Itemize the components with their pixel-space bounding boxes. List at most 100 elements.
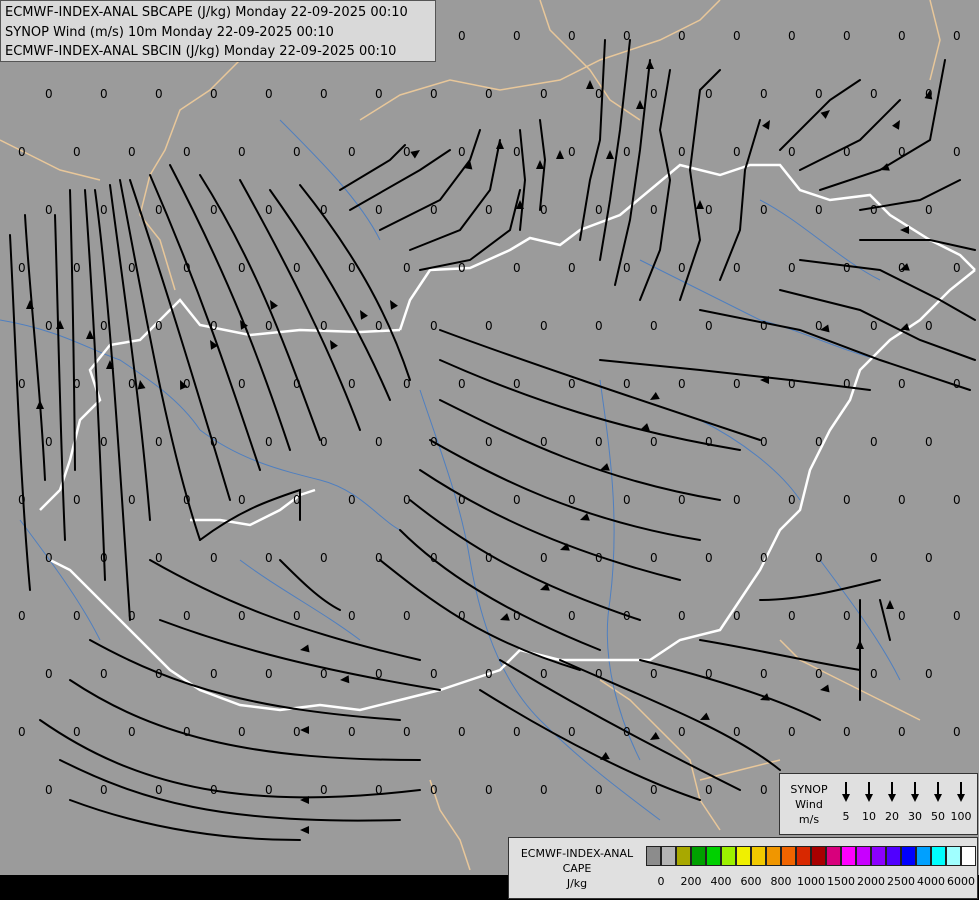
cin-value-label: 0 <box>128 377 136 391</box>
cape-color-swatch <box>661 846 676 866</box>
cin-value-label: 0 <box>788 609 796 623</box>
cin-value-label: 0 <box>568 29 576 43</box>
weather-map[interactable]: 0 0 0 0 0 0 0 0 0 0 0 0 0 0 0 0 0 0 0 0 0 0 0 0 0 0 0 0 0 0 0 0 0 0 0 0 0 0 0 0… <box>0 0 979 900</box>
cin-value-label: 0 <box>568 725 576 739</box>
cin-value-label: 0 <box>898 493 906 507</box>
cape-color-swatch <box>841 846 856 866</box>
cin-value-label: 0 <box>870 551 878 565</box>
cin-value-label: 0 <box>320 783 328 797</box>
cin-value-label: 0 <box>788 145 796 159</box>
cin-value-label: 0 <box>348 261 356 275</box>
cin-value-label: 0 <box>458 609 466 623</box>
cin-value-label: 0 <box>760 435 768 449</box>
cin-value-label: 0 <box>348 145 356 159</box>
cin-value-label: 0 <box>540 87 548 101</box>
cin-value-label: 0 <box>430 435 438 449</box>
cin-value-label: 0 <box>375 435 383 449</box>
wind-arrow-head <box>865 794 873 802</box>
cin-value-label: 0 <box>843 261 851 275</box>
cape-color-swatch <box>871 846 886 866</box>
cin-value-label: 0 <box>568 493 576 507</box>
cin-value-label: 0 <box>265 87 273 101</box>
cin-value-label: 0 <box>788 261 796 275</box>
cin-value-label: 0 <box>733 609 741 623</box>
cin-value-label: 0 <box>45 435 53 449</box>
cin-value-label: 0 <box>540 783 548 797</box>
cin-value-label: 0 <box>925 87 933 101</box>
cin-value-label: 0 <box>898 725 906 739</box>
cin-value-label: 0 <box>183 261 191 275</box>
cin-value-label: 0 <box>265 551 273 565</box>
cin-value-label: 0 <box>760 87 768 101</box>
title-line-cape: ECMWF-INDEX-ANAL SBCAPE (J/kg) Monday 22… <box>5 5 408 20</box>
cin-value-label: 0 <box>485 87 493 101</box>
cin-value-label: 0 <box>348 725 356 739</box>
cin-value-label: 0 <box>183 377 191 391</box>
cin-value-label: 0 <box>733 29 741 43</box>
map-title-panel: ECMWF-INDEX-ANAL SBCAPE (J/kg) Monday 22… <box>0 0 436 62</box>
cin-value-label: 0 <box>73 609 81 623</box>
title-line-cin: ECMWF-INDEX-ANAL SBCIN (J/kg) Monday 22-… <box>5 44 397 59</box>
cin-value-label: 0 <box>183 145 191 159</box>
cin-value-label: 0 <box>18 493 26 507</box>
cape-color-swatch <box>931 846 946 866</box>
wind-legend: SYNOP Wind m/s 5 10 20 30 50 100 <box>779 773 978 835</box>
cin-value-label: 0 <box>733 493 741 507</box>
cin-value-label: 0 <box>265 667 273 681</box>
cin-value-label: 0 <box>568 145 576 159</box>
cin-value-label: 0 <box>458 261 466 275</box>
cin-value-label: 0 <box>45 783 53 797</box>
cin-value-label: 0 <box>898 377 906 391</box>
cape-color-swatch <box>901 846 916 866</box>
cin-value-label: 0 <box>375 319 383 333</box>
cin-value-label: 0 <box>73 493 81 507</box>
cin-value-label: 0 <box>568 377 576 391</box>
cin-value-label: 0 <box>293 493 301 507</box>
cin-value-label: 0 <box>678 29 686 43</box>
cin-value-label: 0 <box>705 203 713 217</box>
cape-legend: ECMWF-INDEX-ANAL CAPE J/kg 0 200 400 600 800… <box>508 837 978 899</box>
cin-value-label: 0 <box>348 609 356 623</box>
wind-speed-arrows <box>842 782 965 802</box>
cin-value-label: 0 <box>238 609 246 623</box>
cin-value-label: 0 <box>760 203 768 217</box>
wind-speed-label: 50 <box>931 810 945 823</box>
cin-value-label: 0 <box>650 319 658 333</box>
cin-value-label: 0 <box>73 261 81 275</box>
wind-speed-label: 30 <box>908 810 922 823</box>
cin-value-label: 0 <box>430 551 438 565</box>
cin-value-label: 0 <box>788 493 796 507</box>
cin-value-label: 0 <box>45 319 53 333</box>
cin-value-label: 0 <box>623 145 631 159</box>
cin-value-label: 0 <box>458 145 466 159</box>
cin-value-label: 0 <box>293 725 301 739</box>
cin-value-label: 0 <box>623 725 631 739</box>
cin-value-label: 0 <box>430 87 438 101</box>
cape-color-swatch <box>886 846 901 866</box>
cin-value-label: 0 <box>403 609 411 623</box>
cin-value-label: 0 <box>458 493 466 507</box>
cin-value-label: 0 <box>678 725 686 739</box>
cin-value-label: 0 <box>898 261 906 275</box>
cin-value-label: 0 <box>183 609 191 623</box>
cin-value-label: 0 <box>760 667 768 681</box>
cin-value-label: 0 <box>210 667 218 681</box>
cin-value-label: 0 <box>403 377 411 391</box>
cin-value-label: 0 <box>100 435 108 449</box>
cin-value-label: 0 <box>210 87 218 101</box>
cin-value-label: 0 <box>485 551 493 565</box>
cin-value-label: 0 <box>128 609 136 623</box>
cape-color-swatch <box>946 846 961 866</box>
cin-value-label: 0 <box>45 551 53 565</box>
cin-value-label: 0 <box>870 87 878 101</box>
cin-value-label: 0 <box>155 435 163 449</box>
cin-value-label: 0 <box>870 435 878 449</box>
cin-value-label: 0 <box>788 725 796 739</box>
cin-value-label: 0 <box>898 145 906 159</box>
cin-value-label: 0 <box>843 29 851 43</box>
cape-color-swatch <box>751 846 766 866</box>
cin-value-label: 0 <box>320 667 328 681</box>
cin-value-label: 0 <box>128 261 136 275</box>
cin-value-label: 0 <box>430 783 438 797</box>
cin-value-label: 0 <box>375 203 383 217</box>
